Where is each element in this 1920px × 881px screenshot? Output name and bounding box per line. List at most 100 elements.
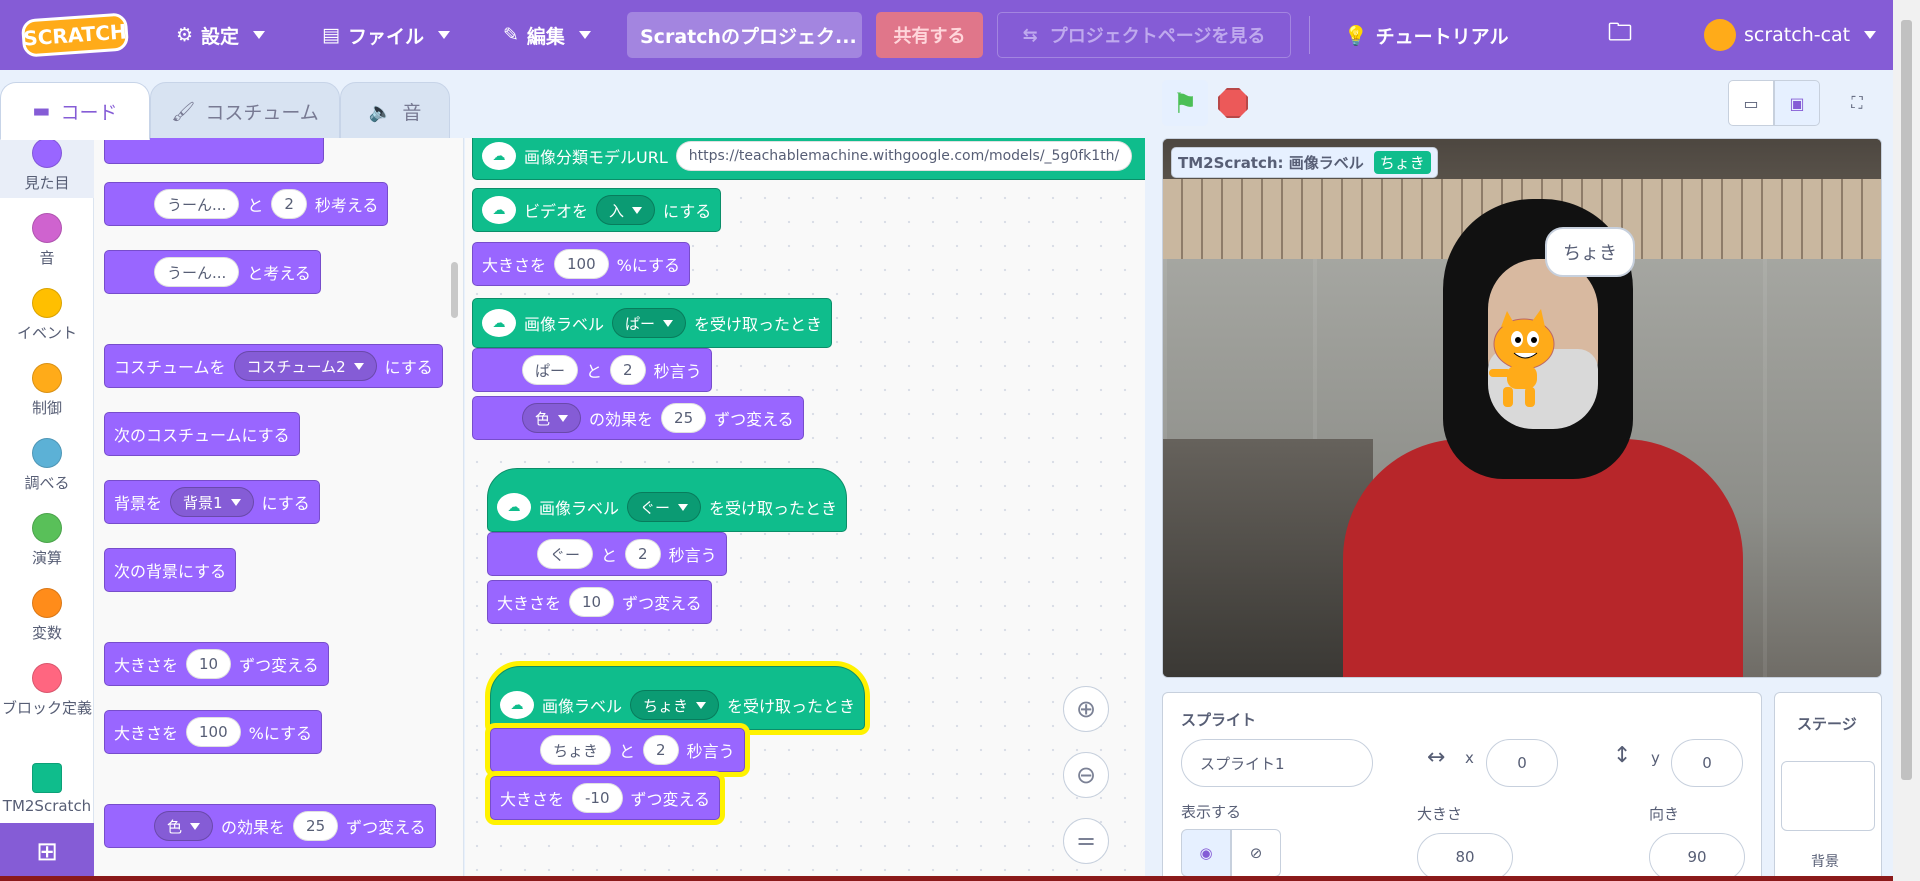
category-variables[interactable]: 変数 <box>0 588 94 643</box>
palette-block-say[interactable] <box>104 138 324 164</box>
block-text-input[interactable]: ぱー <box>522 355 579 385</box>
block-number-input[interactable]: 2 <box>271 189 307 219</box>
block-number-input[interactable]: 10 <box>569 587 615 617</box>
block-number-input[interactable]: -10 <box>572 783 623 813</box>
zoom-reset-button[interactable]: = <box>1063 818 1109 864</box>
category-events[interactable]: イベント <box>0 288 94 343</box>
palette-block-change-size[interactable]: 大きさを 10 ずつ変える <box>104 642 329 686</box>
fullscreen-button[interactable]: ⛶ <box>1834 80 1880 126</box>
large-stage-button[interactable]: ▣ <box>1774 80 1820 126</box>
effect-dropdown[interactable]: 色 <box>522 403 582 433</box>
category-sound[interactable]: 音 <box>0 213 94 268</box>
block-change-size[interactable]: 大きさを 10 ずつ変える <box>487 580 712 624</box>
category-sensing[interactable]: 調べる <box>0 438 94 493</box>
scratch-logo[interactable]: SCRATCH <box>20 12 130 58</box>
block-change-effect[interactable]: 色 の効果を 25 ずつ変える <box>472 396 804 440</box>
model-url-input[interactable]: https://teachablemachine.withgoogle.com/… <box>675 141 1133 171</box>
block-when-label-received[interactable]: ☁ 画像ラベル ぱー を受け取ったとき <box>472 298 833 348</box>
add-extension-button[interactable]: ⊞ <box>0 823 94 881</box>
folder-icon[interactable]: 🗀 <box>1608 0 1632 70</box>
palette-block-next-costume[interactable]: 次のコスチュームにする <box>104 412 300 456</box>
settings-menu[interactable]: ⚙ 設定 <box>176 0 266 70</box>
category-looks[interactable]: 見た目 <box>0 138 94 198</box>
label-dropdown[interactable]: ちょき <box>630 690 720 720</box>
palette-block-change-effect[interactable]: 色 の効果を 25 ずつ変える <box>104 804 436 848</box>
account-menu[interactable]: scratch-cat <box>1704 0 1877 70</box>
green-flag-button[interactable]: ⚑ <box>1162 80 1208 126</box>
backdrop-thumbnail[interactable] <box>1781 761 1875 831</box>
sprite-name-input[interactable]: スプライト1 <box>1181 739 1373 787</box>
category-control[interactable]: 制御 <box>0 363 94 418</box>
effect-dropdown[interactable]: 色 <box>154 811 214 841</box>
category-label: 音 <box>39 249 55 267</box>
block-number-input[interactable]: 25 <box>661 403 707 433</box>
category-operators[interactable]: 演算 <box>0 513 94 568</box>
palette-block-set-size[interactable]: 大きさを 100 %にする <box>104 710 323 754</box>
script-workspace[interactable]: ☁ 画像分類モデルURL https://teachablemachine.wit… <box>465 138 1145 881</box>
share-button[interactable]: 共有する <box>876 12 983 58</box>
tab-code[interactable]: ▬ コード <box>0 82 150 140</box>
block-label: 画像分類モデルURL <box>524 148 668 167</box>
costume-dropdown[interactable]: コスチューム2 <box>233 351 377 381</box>
block-text-input[interactable]: うーん... <box>154 189 240 219</box>
block-say-for-secs[interactable]: ぱーと 2 秒言う <box>472 348 712 392</box>
direction-input[interactable]: 90 <box>1649 833 1745 881</box>
tab-costumes[interactable]: 🖌 コスチューム <box>150 82 340 140</box>
window-scrollbar[interactable] <box>1893 0 1920 881</box>
block-number-input[interactable]: 2 <box>610 355 646 385</box>
category-tm2scratch[interactable]: TM2Scratch <box>0 763 94 815</box>
block-change-size[interactable]: 大きさを -10 ずつ変える <box>490 776 721 820</box>
palette-block-think-for-secs[interactable]: うーん... と 2 秒考える <box>104 182 389 226</box>
block-text-input[interactable]: ぐー <box>537 539 594 569</box>
scrollbar-thumb[interactable] <box>1901 20 1912 780</box>
block-video-toggle[interactable]: ☁ ビデオを 入 にする <box>472 188 722 232</box>
block-number-input[interactable]: 100 <box>186 717 241 747</box>
stop-button[interactable] <box>1218 88 1248 118</box>
stage-target-pane[interactable]: ステージ 背景 <box>1774 692 1882 881</box>
variable-monitor[interactable]: TM2Scratch: 画像ラベル ちょき <box>1171 147 1438 178</box>
block-number-input[interactable]: 10 <box>186 649 232 679</box>
palette-scrollbar[interactable] <box>451 262 458 318</box>
tab-sounds[interactable]: 🔈 音 <box>340 82 450 140</box>
block-when-label-received[interactable]: ☁ 画像ラベル ぐー を受け取ったとき <box>487 468 848 532</box>
block-text-input[interactable]: ちょき <box>540 735 612 765</box>
palette-block-next-backdrop[interactable]: 次の背景にする <box>104 548 237 592</box>
block-model-url[interactable]: ☁ 画像分類モデルURL https://teachablemachine.wit… <box>472 138 1145 180</box>
backdrop-dropdown[interactable]: 背景1 <box>170 487 254 517</box>
dropdown-value: 色 <box>167 817 183 836</box>
block-text-input[interactable]: うーん... <box>154 257 240 287</box>
video-dropdown[interactable]: 入 <box>596 195 656 225</box>
block-number-input[interactable]: 2 <box>643 735 679 765</box>
scratch-cat-sprite[interactable] <box>1479 309 1559 409</box>
size-input[interactable]: 80 <box>1417 833 1513 881</box>
hide-sprite-button[interactable]: ⊘ <box>1231 829 1281 877</box>
label-dropdown[interactable]: ぐー <box>627 492 702 522</box>
x-arrows-icon: ↔ <box>1427 745 1446 770</box>
x-input[interactable]: 0 <box>1486 739 1558 787</box>
zoom-in-button[interactable]: ⊕ <box>1063 686 1109 732</box>
palette-block-think[interactable]: うーん... と考える <box>104 250 321 294</box>
label-dropdown[interactable]: ぱー <box>612 308 687 338</box>
block-say-for-secs[interactable]: ちょきと 2 秒言う <box>490 728 745 772</box>
edit-menu[interactable]: ✎ 編集 <box>503 0 591 70</box>
category-myblocks[interactable]: ブロック定義 <box>0 663 94 718</box>
project-title-input[interactable]: Scratchのプロジェク... <box>627 12 862 58</box>
show-sprite-button[interactable]: ◉ <box>1181 829 1231 877</box>
palette-block-switch-backdrop[interactable]: 背景を 背景1 にする <box>104 480 320 524</box>
block-number-input[interactable]: 25 <box>293 811 339 841</box>
tutorials-button[interactable]: 💡 チュートリアル <box>1344 0 1508 70</box>
block-say-for-secs[interactable]: ぐーと 2 秒言う <box>487 532 727 576</box>
block-when-label-received-running[interactable]: ☁ 画像ラベル ちょき を受け取ったとき <box>490 666 866 730</box>
palette-block-switch-costume[interactable]: コスチュームを コスチューム2 にする <box>104 344 443 388</box>
block-set-size[interactable]: 大きさを 100 %にする <box>472 242 691 286</box>
stage[interactable]: TM2Scratch: 画像ラベル ちょき ちょき <box>1162 138 1882 678</box>
speaker-icon: 🔈 <box>368 100 393 123</box>
variables-dot-icon <box>32 588 62 618</box>
small-stage-button[interactable]: ▭ <box>1728 80 1774 126</box>
y-input[interactable]: 0 <box>1671 739 1743 787</box>
zoom-out-button[interactable]: ⊖ <box>1063 752 1109 798</box>
file-menu[interactable]: ▤ ファイル <box>322 0 450 70</box>
see-project-page-button[interactable]: ⇆ プロジェクトページを見る <box>997 12 1291 58</box>
block-number-input[interactable]: 2 <box>625 539 661 569</box>
block-number-input[interactable]: 100 <box>554 249 609 279</box>
